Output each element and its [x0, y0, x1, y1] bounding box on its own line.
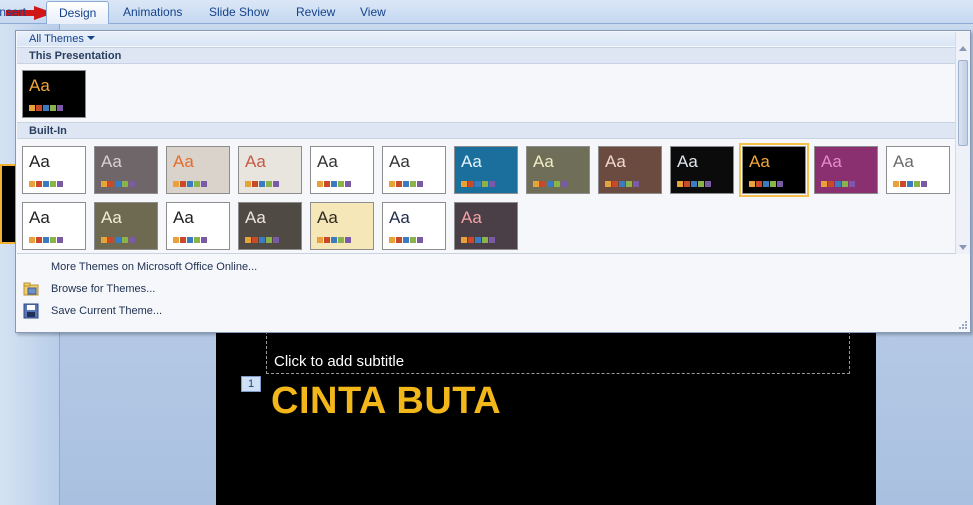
theme-preview-text: Aa	[893, 152, 914, 171]
theme-thumb-current[interactable]: Aa	[22, 70, 86, 118]
subtitle-placeholder[interactable]: Click to add subtitle	[274, 353, 404, 370]
theme-color-swatches	[461, 181, 495, 187]
ribbon-tab-bar: Insert Design Animations Slide Show Revi…	[0, 0, 973, 25]
slide-title[interactable]: CINTA BUTA	[271, 380, 501, 423]
theme-preview-text: Aa	[389, 208, 410, 227]
dropdown-caret-icon	[86, 36, 95, 40]
menu-divider	[17, 253, 955, 254]
browse-themes-label: Browse for Themes...	[51, 283, 156, 295]
theme-thumb[interactable]: Aa	[22, 202, 86, 250]
save-disk-icon	[23, 303, 39, 319]
section-title-built-in: Built-In	[29, 125, 67, 137]
scroll-down-icon[interactable]	[959, 245, 967, 250]
theme-color-swatches	[173, 181, 207, 187]
theme-thumb[interactable]: Aa	[166, 202, 230, 250]
theme-thumb[interactable]: Aa	[382, 202, 446, 250]
section-title-this-presentation: This Presentation	[29, 50, 122, 62]
resize-grip-icon[interactable]	[959, 321, 967, 329]
save-current-theme-item[interactable]: Save Current Theme...	[17, 300, 969, 322]
browse-for-themes-item[interactable]: Browse for Themes...	[17, 278, 969, 300]
theme-thumb[interactable]: Aa	[526, 146, 590, 194]
theme-thumb[interactable]: Aa	[238, 146, 302, 194]
theme-preview-text: Aa	[173, 208, 194, 227]
theme-color-swatches	[389, 181, 423, 187]
theme-preview-text: Aa	[245, 152, 266, 171]
theme-preview-text: Aa	[317, 208, 338, 227]
theme-thumb[interactable]: Aa	[94, 202, 158, 250]
theme-preview-text: Aa	[173, 152, 194, 171]
theme-thumb[interactable]: Aa	[94, 146, 158, 194]
theme-color-swatches	[317, 181, 351, 187]
tab-view[interactable]: View	[360, 4, 386, 24]
theme-thumb[interactable]: Aa	[814, 146, 878, 194]
theme-thumb[interactable]: Aa	[670, 146, 734, 194]
theme-preview-text: Aa	[29, 152, 50, 171]
tab-design[interactable]: Design	[46, 1, 110, 25]
theme-thumb[interactable]: Aa	[454, 146, 518, 194]
gallery-scrollbar[interactable]	[955, 32, 970, 254]
theme-thumb[interactable]: Aa	[166, 146, 230, 194]
theme-thumb[interactable]: Aa	[739, 143, 809, 197]
theme-thumb[interactable]: Aa	[382, 146, 446, 194]
theme-preview-text: Aa	[677, 152, 698, 171]
tab-slide-show[interactable]: Slide Show	[209, 4, 269, 24]
scroll-up-icon[interactable]	[959, 46, 967, 51]
theme-color-swatches	[461, 237, 495, 243]
theme-preview-text: Aa	[461, 208, 482, 227]
theme-color-swatches	[677, 181, 711, 187]
section-header-this-presentation: This Presentation	[17, 47, 955, 64]
themes-gallery-dropdown: All Themes This Presentation Aa Built-In…	[15, 30, 971, 333]
theme-preview-text: Aa	[317, 152, 338, 171]
slide-number-badge: 1	[241, 376, 261, 392]
tab-insert[interactable]: Insert	[0, 4, 26, 24]
theme-color-swatches	[533, 181, 567, 187]
scroll-thumb[interactable]	[958, 60, 968, 146]
theme-thumb[interactable]: Aa	[598, 146, 662, 194]
theme-color-swatches	[29, 237, 63, 243]
theme-color-swatches	[173, 237, 207, 243]
theme-preview-text: Aa	[461, 152, 482, 171]
theme-color-swatches	[245, 181, 279, 187]
theme-preview-text: Aa	[533, 152, 554, 171]
theme-thumb[interactable]: Aa	[454, 202, 518, 250]
more-themes-label: More Themes on Microsoft Office Online..…	[51, 261, 258, 273]
theme-color-swatches	[389, 237, 423, 243]
theme-preview-text: Aa	[245, 208, 266, 227]
theme-preview-text: Aa	[749, 152, 770, 171]
theme-color-swatches	[893, 181, 927, 187]
more-themes-online-item[interactable]: More Themes on Microsoft Office Online..…	[17, 256, 969, 278]
theme-preview-text: Aa	[605, 152, 626, 171]
gallery-filter-bar: All Themes	[17, 32, 955, 46]
theme-thumb[interactable]: Aa	[310, 202, 374, 250]
theme-thumb[interactable]: Aa	[310, 146, 374, 194]
theme-color-swatches	[749, 181, 783, 187]
theme-preview-text: Aa	[821, 152, 842, 171]
theme-preview-text: Aa	[101, 152, 122, 171]
theme-color-swatches	[605, 181, 639, 187]
theme-preview-text: Aa	[101, 208, 122, 227]
theme-color-swatches	[29, 181, 63, 187]
theme-color-swatches	[245, 237, 279, 243]
theme-thumb[interactable]: Aa	[886, 146, 950, 194]
theme-preview-text: Aa	[389, 152, 410, 171]
theme-color-swatches	[101, 181, 135, 187]
folder-icon	[23, 282, 39, 296]
tab-review[interactable]: Review	[296, 4, 335, 24]
theme-thumb[interactable]: Aa	[238, 202, 302, 250]
tab-animations[interactable]: Animations	[123, 4, 182, 24]
save-theme-label: Save Current Theme...	[51, 305, 163, 317]
theme-preview-text: Aa	[29, 76, 50, 95]
theme-color-swatches	[317, 237, 351, 243]
theme-color-swatches	[821, 181, 855, 187]
theme-thumb[interactable]: Aa	[22, 146, 86, 194]
theme-preview-text: Aa	[29, 208, 50, 227]
all-themes-label: All Themes	[29, 33, 84, 45]
section-header-built-in: Built-In	[17, 122, 955, 139]
theme-color-swatches	[101, 237, 135, 243]
all-themes-filter[interactable]: All Themes	[29, 33, 95, 45]
theme-color-swatches	[29, 105, 63, 111]
